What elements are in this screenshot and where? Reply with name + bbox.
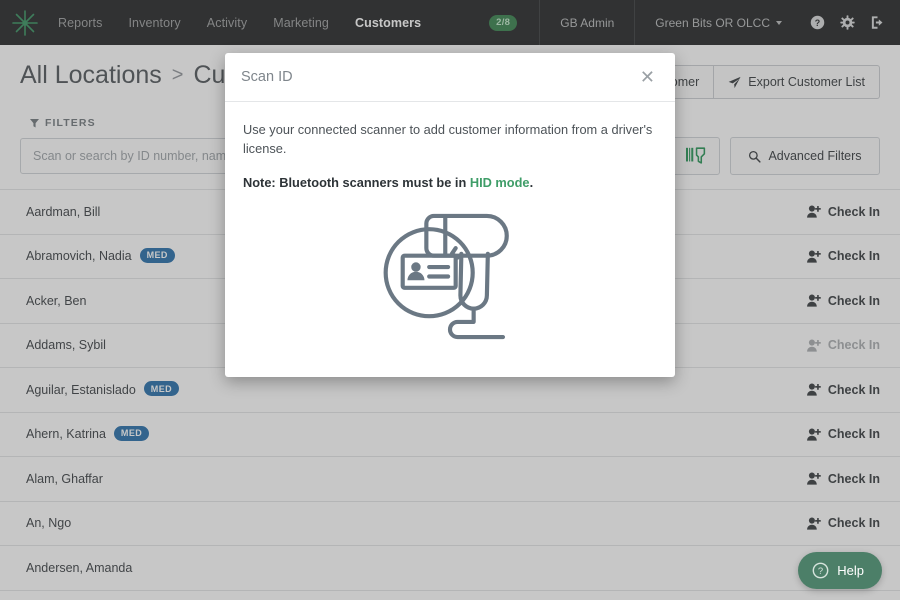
modal-title: Scan ID [241,69,293,85]
illustration-container [243,204,657,349]
modal-note-prefix: Note: Bluetooth scanners must be in [243,175,470,191]
modal-body: Use your connected scanner to add custom… [225,102,675,377]
help-widget-button[interactable]: ? Help [798,552,882,589]
svg-text:?: ? [818,566,823,577]
question-circle-icon: ? [812,562,829,579]
hid-mode-link[interactable]: HID mode [470,175,530,190]
modal-header: Scan ID ✕ [225,53,675,102]
modal-note: Note: Bluetooth scanners must be in HID … [243,175,657,190]
close-icon[interactable]: ✕ [636,66,659,88]
help-widget-label: Help [837,563,864,578]
scan-id-modal: Scan ID ✕ Use your connected scanner to … [225,53,675,378]
modal-description: Use your connected scanner to add custom… [243,122,653,156]
modal-note-suffix: . [529,175,534,191]
id-scanner-illustration [383,213,509,340]
